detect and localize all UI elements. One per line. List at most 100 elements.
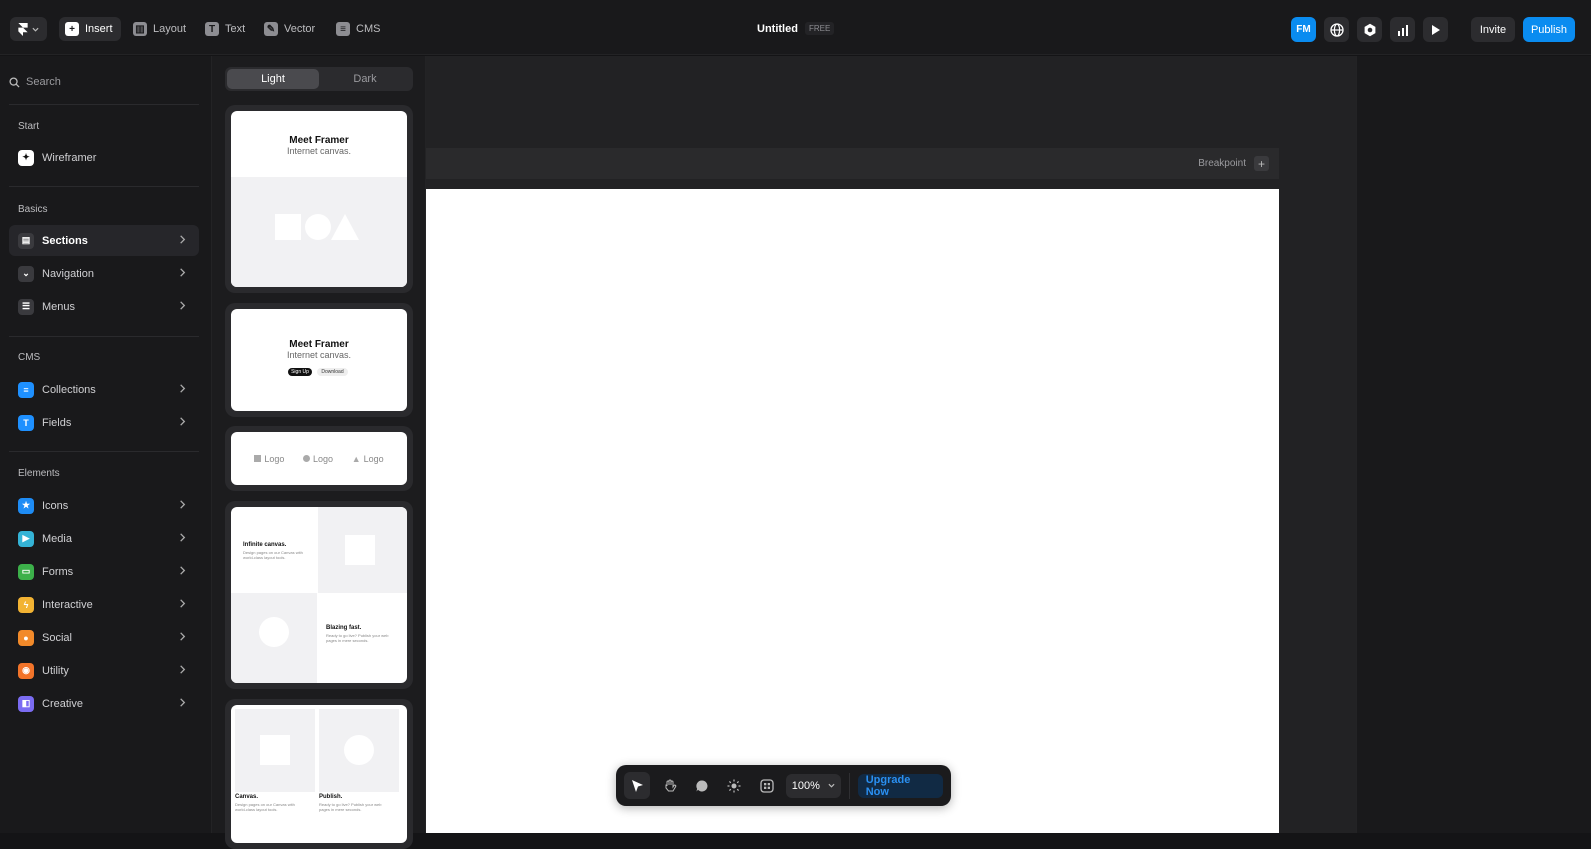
grid-icon — [759, 778, 774, 793]
comment-tool-button[interactable] — [689, 772, 715, 799]
section-template-features-grid[interactable]: Infinite canvas. Design pages on our Can… — [225, 501, 413, 689]
section-heading-elements: Elements — [18, 468, 60, 479]
sidebar-item-creative[interactable]: ◧ Creative — [9, 688, 199, 719]
hand-icon — [665, 779, 676, 791]
sidebar-item-label: Sections — [42, 234, 88, 247]
section-heading-basics: Basics — [18, 204, 48, 215]
chevron-right-icon — [180, 500, 186, 509]
insert-sidebar: Search Start ✦ Wireframer Basics ▤ Secti… — [0, 56, 212, 833]
breakpoint-label: Breakpoint — [1198, 158, 1246, 169]
sidebar-item-fields[interactable]: T Fields — [9, 407, 199, 438]
invite-button[interactable]: Invite — [1471, 17, 1515, 42]
components-tool-button[interactable] — [753, 772, 779, 799]
add-breakpoint-button[interactable]: + — [1254, 156, 1269, 171]
divider — [9, 186, 199, 187]
plus-icon: + — [65, 22, 79, 36]
template-preview: Logo Logo ▲ Logo — [231, 432, 407, 485]
navigation-icon: ⌄ — [18, 265, 34, 282]
template-title: Meet Framer — [289, 135, 349, 146]
template-preview: Canvas. Design pages on our Canvas with … — [231, 705, 407, 843]
sidebar-item-interactive[interactable]: ϟ Interactive — [9, 589, 199, 620]
sidebar-item-label: Utility — [42, 664, 69, 677]
sidebar-item-label: Collections — [42, 383, 96, 396]
cms-tool-button[interactable]: ≡ CMS — [330, 17, 388, 41]
analytics-button[interactable] — [1390, 17, 1415, 42]
section-heading-start: Start — [18, 121, 40, 132]
play-icon — [1431, 24, 1440, 35]
divider — [9, 451, 199, 452]
text-label: Text — [225, 23, 246, 35]
chevron-right-icon — [180, 566, 186, 575]
sidebar-item-wireframer[interactable]: ✦ Wireframer — [9, 142, 199, 173]
circle-icon — [344, 735, 374, 765]
zoom-dropdown[interactable]: 100% — [785, 773, 841, 798]
globe-button[interactable] — [1324, 17, 1349, 42]
signup-mini-button: Sign Up — [288, 368, 312, 376]
framer-menu-button[interactable] — [10, 17, 47, 41]
search-icon — [9, 76, 20, 88]
chevron-right-icon — [180, 599, 186, 608]
section-template-logos[interactable]: Logo Logo ▲ Logo — [225, 426, 413, 491]
template-preview: Infinite canvas. Design pages on our Can… — [231, 507, 407, 683]
wireframer-icon: ✦ — [18, 149, 34, 166]
feature-text: Design pages on our Canvas with world-cl… — [243, 550, 303, 560]
upgrade-now-button[interactable]: Upgrade Now — [857, 773, 943, 798]
sidebar-item-label: Navigation — [42, 267, 94, 280]
section-template-hero-buttons[interactable]: Meet Framer Internet canvas. Sign Up Dow… — [225, 303, 413, 417]
select-tool-button[interactable] — [624, 772, 651, 799]
menu-icon: ☰ — [18, 298, 34, 315]
section-heading-cms: CMS — [18, 352, 41, 363]
publish-button[interactable]: Publish — [1523, 17, 1575, 42]
project-name: Untitled — [757, 22, 798, 35]
chevron-down-icon — [32, 27, 39, 32]
desktop-frame[interactable] — [426, 189, 1279, 833]
text-tool-button[interactable]: T Text — [199, 17, 253, 41]
circle-icon — [259, 617, 289, 647]
settings-button[interactable] — [1357, 17, 1382, 42]
section-template-hero-image[interactable]: Meet Framer Internet canvas. — [225, 105, 413, 293]
vector-tool-button[interactable]: ✎ Vector — [258, 17, 323, 41]
template-subtitle: Internet canvas. — [286, 350, 352, 360]
logo-item: Logo — [303, 454, 333, 464]
database-icon: ≡ — [336, 22, 350, 36]
image-placeholder — [235, 709, 315, 792]
cms-label: CMS — [356, 23, 381, 35]
light-theme-option[interactable]: Light — [227, 69, 319, 89]
form-icon: ▭ — [18, 563, 34, 580]
theme-toggle[interactable]: Light Dark — [225, 67, 413, 91]
preview-button[interactable] — [1423, 17, 1448, 42]
dark-theme-option[interactable]: Dark — [319, 69, 411, 89]
layout-tool-button[interactable]: ▥ Layout — [127, 17, 194, 41]
divider — [9, 104, 199, 105]
sidebar-item-collections[interactable]: ≡ Collections — [9, 374, 199, 405]
canvas-toolbar: 100% Upgrade Now — [616, 765, 951, 806]
column-title: Canvas. — [235, 794, 259, 800]
sidebar-item-utility[interactable]: ◉ Utility — [9, 655, 199, 686]
gear-icon — [1364, 23, 1375, 36]
theme-tool-button[interactable] — [721, 772, 747, 799]
sidebar-item-sections[interactable]: ▤ Sections — [9, 225, 199, 256]
sections-icon: ▤ — [18, 232, 34, 249]
sidebar-item-forms[interactable]: ▭ Forms — [9, 556, 199, 587]
project-title[interactable]: Untitled FREE — [757, 22, 835, 35]
sidebar-item-media[interactable]: ▶ Media — [9, 523, 199, 554]
sidebar-item-icons[interactable]: ★ Icons — [9, 490, 199, 521]
template-preview: Meet Framer Internet canvas. Sign Up Dow… — [231, 309, 407, 411]
sidebar-item-label: Menus — [42, 300, 76, 313]
sidebar-item-label: Wireframer — [42, 151, 97, 164]
circle-icon — [303, 454, 311, 462]
hand-tool-button[interactable] — [656, 772, 682, 799]
comment-icon — [696, 779, 708, 791]
square-icon — [260, 735, 290, 765]
insert-tool-button[interactable]: + Insert — [59, 17, 121, 41]
search-input[interactable]: Search — [26, 76, 61, 88]
image-placeholder — [318, 507, 407, 593]
sidebar-item-navigation[interactable]: ⌄ Navigation — [9, 258, 199, 289]
sidebar-item-social[interactable]: ● Social — [9, 622, 199, 653]
framer-logo-icon — [18, 22, 28, 36]
section-template-two-columns[interactable]: Canvas. Design pages on our Canvas with … — [225, 699, 413, 849]
search-field[interactable]: Search — [9, 72, 199, 92]
user-avatar[interactable]: FM — [1291, 17, 1316, 42]
chevron-right-icon — [180, 632, 186, 641]
sidebar-item-menus[interactable]: ☰ Menus — [9, 291, 199, 322]
